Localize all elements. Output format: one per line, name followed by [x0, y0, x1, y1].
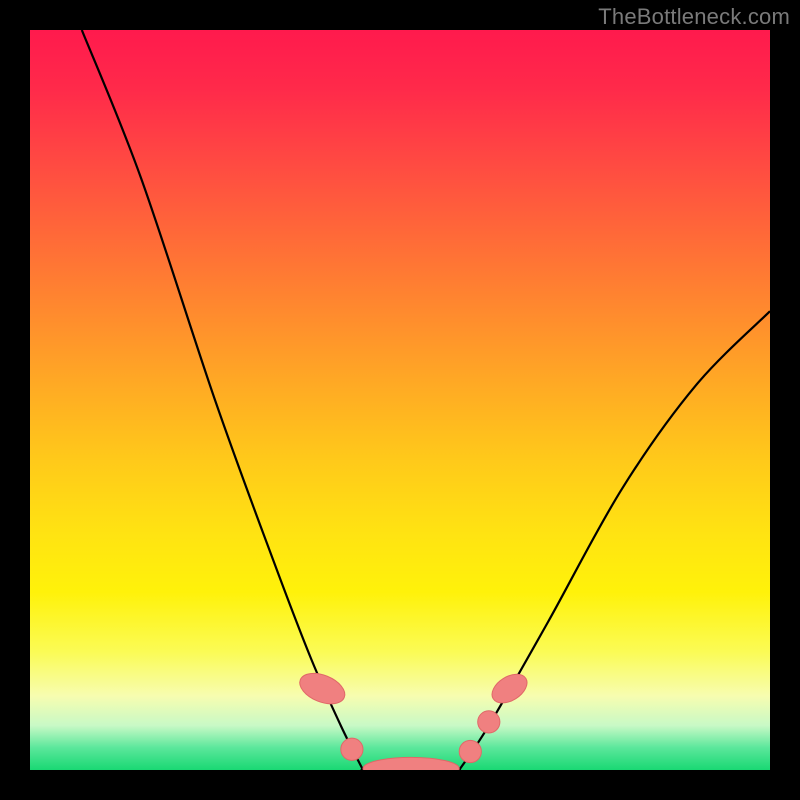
curve-marker — [341, 738, 363, 760]
bottleneck-curve — [82, 30, 770, 770]
chart-svg — [30, 30, 770, 770]
curve-markers — [295, 667, 532, 770]
curve-marker — [295, 667, 349, 709]
curve-marker — [363, 757, 459, 770]
curve-marker — [487, 668, 532, 708]
curve-marker — [459, 740, 481, 762]
outer-frame: TheBottleneck.com — [0, 0, 800, 800]
attribution-text: TheBottleneck.com — [598, 4, 790, 30]
plot-area — [30, 30, 770, 770]
curve-marker — [478, 711, 500, 733]
